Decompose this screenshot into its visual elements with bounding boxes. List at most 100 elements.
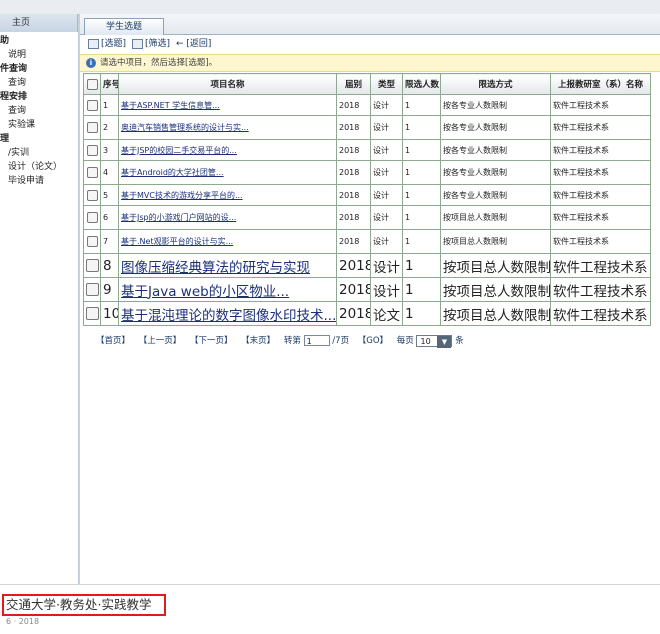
- project-link[interactable]: 图像压缩经典算法的研究与实现: [121, 260, 310, 276]
- sidebar-item-query[interactable]: 查询: [0, 76, 62, 90]
- cell-limit-mode: 按各专业人数限制: [440, 115, 551, 140]
- cell-number: 5: [100, 184, 119, 206]
- column-header-department[interactable]: 上报教研室（系）名称: [550, 73, 651, 95]
- sidebar-group-management[interactable]: 理: [0, 132, 62, 146]
- table-row[interactable]: 7 基于.Net观影平台的设计与实... 2018 设计 1 按项目总人数限制 …: [83, 229, 651, 254]
- info-message: 请选中项目，然后选择[选题]。: [100, 58, 218, 68]
- row-checkbox[interactable]: [83, 184, 101, 206]
- go-button[interactable]: 【GO】: [358, 336, 388, 346]
- cell-year: 2018: [336, 301, 371, 326]
- sidebar-group-document-query[interactable]: 件查询: [0, 62, 62, 76]
- cell-limit: 1: [402, 205, 441, 230]
- project-link[interactable]: 基于JSP的校园二手交易平台的...: [121, 146, 237, 155]
- sidebar-item-lab-course[interactable]: 实验课: [0, 118, 62, 132]
- row-checkbox[interactable]: [83, 94, 101, 116]
- sidebar-group-help[interactable]: 助: [0, 34, 62, 48]
- info-message-bar: i 请选中项目，然后选择[选题]。: [80, 54, 660, 72]
- cell-department: 软件工程技术系: [550, 229, 651, 254]
- row-checkbox[interactable]: [83, 205, 101, 230]
- sidebar-item-instructions[interactable]: 说明: [0, 48, 62, 62]
- cell-project-name: 基于Android的大学社团管...: [118, 160, 337, 185]
- cell-limit: 1: [402, 115, 441, 140]
- cell-year: 2018: [336, 229, 371, 254]
- column-header-project-name[interactable]: 项目名称: [118, 73, 337, 95]
- column-header-year[interactable]: 届别: [336, 73, 371, 95]
- project-link[interactable]: 基于.Net观影平台的设计与实...: [121, 237, 233, 246]
- row-checkbox[interactable]: [83, 229, 101, 254]
- last-page-button[interactable]: 【末页】: [241, 336, 275, 346]
- cell-year: 2018: [336, 184, 371, 206]
- goto-label: 转第: [283, 336, 301, 346]
- row-checkbox[interactable]: [83, 160, 101, 185]
- table-row[interactable]: 9 基于Java web的小区物业... 2018 设计 1 按项目总人数限制 …: [83, 277, 651, 302]
- row-checkbox[interactable]: [83, 301, 101, 326]
- select-all-checkbox[interactable]: [83, 73, 101, 95]
- sidebar-group-schedule[interactable]: 程安排: [0, 90, 62, 104]
- cell-number: 9: [100, 277, 119, 302]
- sidebar-item-schedule-query[interactable]: 查询: [0, 104, 62, 118]
- row-checkbox[interactable]: [83, 115, 101, 140]
- column-header-number[interactable]: 序号: [100, 73, 119, 95]
- first-page-button[interactable]: 【首页】: [96, 336, 130, 346]
- project-link[interactable]: 基于MVC技术的游戏分享平台的...: [121, 191, 243, 200]
- project-link[interactable]: 基于Jsp的小游戏门户网站的设...: [121, 213, 236, 222]
- project-link[interactable]: 基于混沌理论的数字图像水印技术...: [121, 308, 336, 324]
- total-pages-label: /7页: [332, 336, 350, 346]
- cell-type: 设计: [370, 160, 403, 185]
- project-link[interactable]: 基于ASP.NET 学生信息管...: [121, 101, 220, 110]
- column-header-limit[interactable]: 限选人数: [402, 73, 441, 95]
- cell-year: 2018: [336, 160, 371, 185]
- cell-number: 6: [100, 205, 119, 230]
- cell-number: 8: [100, 253, 119, 278]
- cell-limit-mode: 按项目总人数限制: [440, 253, 551, 278]
- cell-limit-mode: 按项目总人数限制: [440, 205, 551, 230]
- table-row[interactable]: 10 基于混沌理论的数字图像水印技术... 2018 论文 1 按项目总人数限制…: [83, 301, 651, 326]
- sidebar-home-tab[interactable]: 主页: [0, 14, 78, 32]
- sidebar-item-thesis[interactable]: 设计（论文）: [0, 160, 62, 174]
- filter-button[interactable]: [筛选]: [132, 35, 170, 53]
- prev-page-button[interactable]: 【上一页】: [139, 336, 182, 346]
- table-row[interactable]: 6 基于Jsp的小游戏门户网站的设... 2018 设计 1 按项目总人数限制 …: [83, 205, 651, 230]
- table-row[interactable]: 2 奥迪汽车销售管理系统的设计与实... 2018 设计 1 按各专业人数限制 …: [83, 115, 651, 140]
- tab-student-topic-selection[interactable]: 学生选题: [84, 18, 164, 35]
- project-link[interactable]: 奥迪汽车销售管理系统的设计与实...: [121, 123, 249, 132]
- cell-department: 软件工程技术系: [550, 94, 651, 116]
- checkbox-icon: [86, 212, 98, 223]
- cell-number: 7: [100, 229, 119, 254]
- row-checkbox[interactable]: [83, 277, 101, 302]
- back-button-label: [返回]: [186, 39, 212, 49]
- cell-limit-mode: 按各专业人数限制: [440, 160, 551, 185]
- sidebar-item-training[interactable]: /实训: [0, 146, 62, 160]
- project-link[interactable]: 基于Java web的小区物业...: [121, 284, 289, 300]
- select-icon: [88, 38, 99, 49]
- per-page-select[interactable]: 10 ▼: [416, 334, 453, 348]
- select-button[interactable]: [选题]: [88, 35, 126, 53]
- info-icon: i: [86, 58, 96, 68]
- cell-type: 设计: [370, 139, 403, 161]
- cell-project-name: 奥迪汽车销售管理系统的设计与实...: [118, 115, 337, 140]
- table-row[interactable]: 5 基于MVC技术的游戏分享平台的... 2018 设计 1 按各专业人数限制 …: [83, 184, 651, 206]
- row-checkbox[interactable]: [83, 139, 101, 161]
- column-header-limit-mode[interactable]: 限选方式: [440, 73, 551, 95]
- select-button-label: [选题]: [101, 39, 127, 49]
- sidebar-item-graduation-apply[interactable]: 毕设申请: [0, 174, 62, 188]
- frame-divider[interactable]: [78, 14, 80, 584]
- table-row[interactable]: 8 图像压缩经典算法的研究与实现 2018 设计 1 按项目总人数限制 软件工程…: [83, 253, 651, 278]
- checkbox-icon: [86, 307, 99, 320]
- column-header-type[interactable]: 类型: [370, 73, 403, 95]
- table-row[interactable]: 1 基于ASP.NET 学生信息管... 2018 设计 1 按各专业人数限制 …: [83, 94, 651, 116]
- cell-year: 2018: [336, 94, 371, 116]
- row-checkbox[interactable]: [83, 253, 101, 278]
- table-row[interactable]: 4 基于Android的大学社团管... 2018 设计 1 按各专业人数限制 …: [83, 160, 651, 185]
- table-row[interactable]: 3 基于JSP的校园二手交易平台的... 2018 设计 1 按各专业人数限制 …: [83, 139, 651, 161]
- cell-limit-mode: 按项目总人数限制: [440, 229, 551, 254]
- back-button[interactable]: ← [返回]: [176, 35, 211, 53]
- next-page-button[interactable]: 【下一页】: [190, 336, 233, 346]
- cell-project-name: 基于JSP的校园二手交易平台的...: [118, 139, 337, 161]
- per-page-label: 每页: [396, 336, 414, 346]
- page-number-input[interactable]: 1: [303, 335, 330, 346]
- project-link[interactable]: 基于Android的大学社团管...: [121, 168, 224, 177]
- toolbar: [选题] [筛选] ← [返回]: [80, 35, 660, 53]
- cell-number: 2: [100, 115, 119, 140]
- checkbox-icon: [86, 259, 99, 272]
